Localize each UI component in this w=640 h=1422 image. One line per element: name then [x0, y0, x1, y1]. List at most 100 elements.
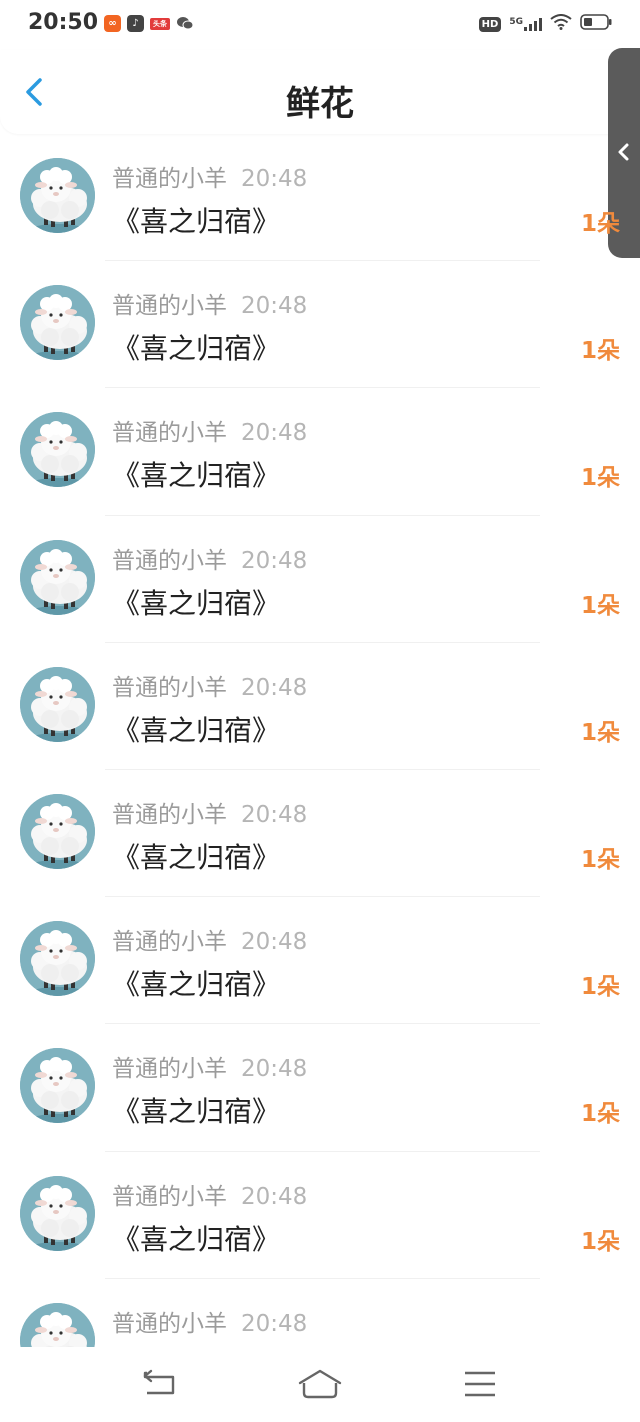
- sender-name[interactable]: 普通的小羊: [112, 1311, 227, 1337]
- avatar[interactable]: [20, 921, 95, 997]
- list-item[interactable]: 普通的小羊 20:48 《喜之归宿》 1朵: [0, 1024, 640, 1152]
- status-bar: 20:50 ∞ ♪ 头条 HD 5G: [0, 0, 640, 50]
- toutiao-icon: 头条: [150, 17, 170, 30]
- sheep-avatar-image: [20, 158, 95, 233]
- list-item[interactable]: 普通的小羊 20:48 《喜之归宿》 1朵: [0, 1152, 640, 1279]
- list-item[interactable]: 普通的小羊 20:48 《喜之归宿》 1朵: [0, 134, 640, 262]
- list-item[interactable]: 普通的小羊 20:48 《喜之归宿》 1朵: [0, 897, 640, 1025]
- sender-info: 普通的小羊 20:48: [112, 413, 307, 447]
- return-icon: [143, 1369, 175, 1395]
- avatar[interactable]: [20, 539, 95, 615]
- sheep-avatar-image: [20, 539, 95, 615]
- nav-menu-button[interactable]: [455, 1367, 505, 1401]
- sheep-avatar-image: [20, 793, 95, 869]
- status-time: 20:50: [28, 10, 99, 35]
- sheep-avatar-image: [20, 412, 95, 488]
- network-label: 5G: [509, 17, 523, 27]
- sheep-avatar-image: [20, 1302, 95, 1347]
- flower-count: 1朵: [580, 1228, 620, 1255]
- menu-icon: [465, 1371, 495, 1397]
- list-item[interactable]: 普通的小羊20:48 《喜之归宿》 1朵: [0, 516, 640, 643]
- flower-count: 1朵: [580, 465, 620, 492]
- sender-name[interactable]: 普通的小羊: [112, 802, 227, 828]
- sender-name[interactable]: 普通的小羊: [112, 675, 227, 701]
- sheep-avatar-image: [20, 1175, 95, 1251]
- gift-title: 《喜之归宿》: [112, 1222, 281, 1256]
- flower-count: 1朵: [580, 846, 620, 873]
- list-item[interactable]: 普通的小羊 20:48 《喜之归宿》 1朵: [0, 388, 640, 516]
- send-time: 20:48: [241, 420, 308, 447]
- gift-title: 《喜之归宿》: [112, 968, 281, 1002]
- app-notification-icon: ∞: [104, 15, 121, 32]
- send-time: 20:48: [241, 1056, 308, 1083]
- sender-info: 普通的小羊 20:48: [112, 668, 307, 702]
- home-icon: [298, 1369, 342, 1399]
- avatar[interactable]: [20, 285, 95, 361]
- flower-count: 1朵: [580, 592, 620, 619]
- avatar[interactable]: [20, 793, 95, 869]
- sender-name[interactable]: 普通的小羊: [112, 293, 227, 319]
- avatar[interactable]: [20, 1048, 95, 1124]
- sheep-avatar-image: [20, 285, 95, 361]
- list-item[interactable]: 普通的小羊 20:48 《喜之归宿》 1朵: [0, 643, 640, 770]
- wifi-icon: [550, 14, 572, 34]
- sender-info: 普通的小羊 20:48: [112, 1304, 307, 1338]
- system-nav-bar: [0, 1347, 640, 1422]
- wechat-icon: [176, 15, 194, 32]
- signal-icon: 5G: [509, 17, 542, 31]
- avatar[interactable]: [20, 158, 95, 233]
- sender-name[interactable]: 普通的小羊: [112, 1056, 227, 1082]
- gift-title: 《喜之归宿》: [112, 840, 281, 874]
- list-item[interactable]: 普通的小羊20:48 《喜之归宿》 1朵: [0, 1279, 640, 1347]
- gift-title: 《喜之归宿》: [112, 332, 281, 366]
- flower-count: 1朵: [580, 719, 620, 746]
- sender-info: 普通的小羊 20:48: [112, 1049, 307, 1083]
- avatar[interactable]: [20, 666, 95, 742]
- send-time: 20:48: [241, 293, 308, 320]
- gift-title: 《喜之归宿》: [112, 459, 281, 493]
- send-time: 20:48: [241, 547, 308, 574]
- sender-name[interactable]: 普通的小羊: [112, 166, 227, 192]
- send-time: 20:48: [241, 674, 308, 701]
- send-time: 20:48: [241, 1183, 308, 1210]
- send-time: 20:48: [241, 1310, 308, 1337]
- sender-name[interactable]: 普通的小羊: [112, 1184, 227, 1210]
- gift-title: 《喜之归宿》: [112, 713, 281, 747]
- status-system-icons: HD 5G: [478, 14, 612, 34]
- avatar[interactable]: [20, 1302, 95, 1347]
- sender-info: 普通的小羊 20:48: [112, 795, 307, 829]
- send-time: 20:48: [241, 166, 308, 192]
- battery-icon: [580, 14, 612, 34]
- sender-info: 普通的小羊 20:48: [112, 159, 307, 193]
- header: 鲜花: [0, 50, 640, 134]
- flower-count: 1朵: [580, 211, 620, 237]
- flower-count: 1朵: [580, 1101, 620, 1128]
- avatar[interactable]: [20, 412, 95, 488]
- send-time: 20:48: [241, 929, 308, 956]
- sender-name[interactable]: 普通的小羊: [112, 548, 227, 574]
- sender-info: 普通的小羊 20:48: [112, 1177, 307, 1211]
- douyin-icon: ♪: [127, 15, 144, 32]
- list-item[interactable]: 普通的小羊 20:48 《喜之归宿》 1朵: [0, 770, 640, 898]
- flower-record-list: 普通的小羊 20:48 《喜之归宿》 1朵 普通的小羊 20:48 《喜之归宿》…: [0, 134, 640, 1347]
- sender-info: 普通的小羊 20:48: [112, 922, 307, 956]
- sheep-avatar-image: [20, 921, 95, 997]
- hd-badge: HD: [478, 16, 502, 32]
- sender-info: 普通的小羊 20:48: [112, 286, 307, 320]
- gift-title: 《喜之归宿》: [112, 205, 281, 238]
- nav-back-button[interactable]: [135, 1367, 185, 1401]
- nav-home-button[interactable]: [295, 1367, 345, 1401]
- page-title: 鲜花: [286, 84, 354, 124]
- avatar[interactable]: [20, 1175, 95, 1251]
- flower-count: 1朵: [580, 338, 620, 365]
- sender-info: 普通的小羊 20:48: [112, 541, 307, 575]
- sender-name[interactable]: 普通的小羊: [112, 929, 227, 955]
- flower-count: 1朵: [580, 974, 620, 1001]
- send-time: 20:48: [241, 801, 308, 828]
- sender-name[interactable]: 普通的小羊: [112, 420, 227, 446]
- sheep-avatar-image: [20, 1048, 95, 1124]
- gift-title: 《喜之归宿》: [112, 1095, 281, 1129]
- sheep-avatar-image: [20, 666, 95, 742]
- status-app-icons: ∞ ♪ 头条: [104, 15, 194, 32]
- list-item[interactable]: 普通的小羊 20:48 《喜之归宿》 1朵: [0, 261, 640, 389]
